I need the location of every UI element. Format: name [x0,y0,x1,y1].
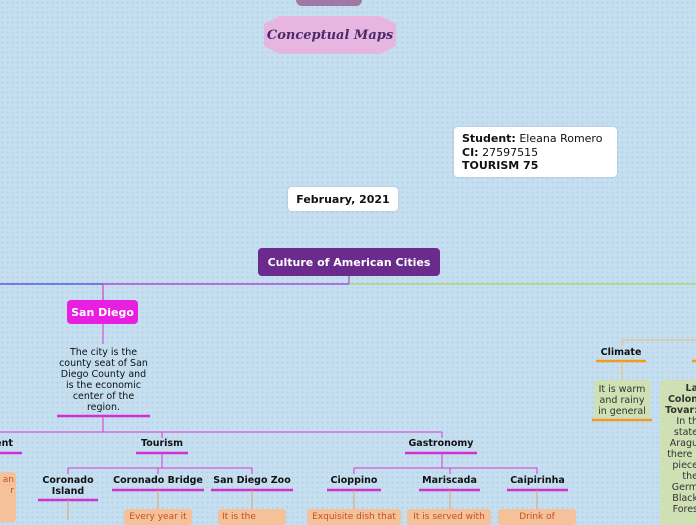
colonia-text-line4: there i [667,449,696,460]
san-diego-node[interactable]: San Diego [67,300,138,324]
ci-label: CI: [462,145,479,159]
note-mariscada-text: It is served with [413,512,485,522]
caipirinha-label: Caipirinha [510,475,565,486]
climate-label: Climate [600,347,642,358]
colonia-tovar-note[interactable]: La Colon Tovar: In th state Aragu there … [660,380,696,525]
course-line: TOURISM 75 [462,159,609,173]
title-banner-top-decoration [296,0,362,6]
colonia-text-line6: the [682,471,696,482]
ci-line: CI: 27597515 [462,146,609,160]
branch-ent-partial[interactable]: ent [0,438,18,449]
tourism-item-coronado-bridge[interactable]: Coronado Bridge [112,475,204,486]
colonia-text-line8: Black [672,493,696,504]
colonia-text-line7: Germ [671,482,696,493]
colonia-title-line3: Tovar: [665,405,696,416]
gastronomy-item-cioppino[interactable]: Cioppino [327,475,381,486]
colonia-text-line3: Aragu [669,438,696,449]
san-diego-description[interactable]: The city is the county seat of San Diego… [57,347,150,413]
coronado-island-label: Coronado Island [42,475,94,497]
date-text: February, 2021 [296,192,390,206]
san-diego-zoo-label: San Diego Zoo [213,475,291,486]
note-coronado-bridge[interactable]: Every year it [124,509,192,525]
colonia-text-line1: In th [676,416,696,427]
climate-note[interactable]: It is warm and rainy in general [594,380,650,418]
colonia-title-line1: La [685,383,696,394]
coronado-bridge-label: Coronado Bridge [113,475,203,486]
note-coronado-bridge-text: Every year it [129,512,187,522]
note-mariscada[interactable]: It is served with [407,509,491,525]
ci-value: 27597515 [482,145,539,159]
tourism-item-san-diego-zoo[interactable]: San Diego Zoo [211,475,293,486]
gastronomy-item-caipirinha[interactable]: Caipirinha [507,475,568,486]
left-partial-note-line2: r [10,486,14,496]
student-info-box[interactable]: Student: Eleana Romero CI: 27597515 TOUR… [454,127,617,177]
map-title[interactable]: Conceptual Maps [264,16,396,54]
branch-tourism-label: Tourism [140,438,183,449]
note-cioppino-text: Exquisite dish that [312,512,396,522]
san-diego-label: San Diego [71,305,134,319]
left-partial-note-line1: an [2,475,14,485]
note-caipirinha[interactable]: Drink of [498,509,576,525]
central-topic[interactable]: Culture of American Cities [258,248,440,276]
course-label: TOURISM 75 [462,159,539,172]
colonia-title-line2: Colon [667,394,696,405]
gastronomy-item-mariscada[interactable]: Mariscada [419,475,480,486]
branch-tourism[interactable]: Tourism [136,438,188,449]
map-title-text: Conceptual Maps [266,27,394,43]
climate-topic[interactable]: Climate [596,347,646,358]
colonia-text-line9: Fores [672,504,696,515]
left-partial-note[interactable]: an r [0,472,16,522]
central-topic-text: Culture of American Cities [267,255,431,269]
note-san-diego-zoo[interactable]: It is the [218,509,286,525]
tourism-item-coronado-island[interactable]: Coronado Island [38,475,98,497]
branch-gastronomy-label: Gastronomy [408,438,474,449]
branch-ent-label: ent [0,438,13,449]
climate-note-text: It is warm and rainy in general [598,384,646,417]
colonia-text-line5: piece [672,460,696,471]
mariscada-label: Mariscada [422,475,477,486]
note-caipirinha-text: Drink of [519,512,555,522]
note-cioppino[interactable]: Exquisite dish that [307,509,401,525]
date-box[interactable]: February, 2021 [288,187,398,211]
colonia-text-line2: state [673,427,696,438]
branch-gastronomy[interactable]: Gastronomy [405,438,477,449]
note-san-diego-zoo-text: It is the [222,512,256,522]
student-label: Student: [462,132,516,145]
student-name: Eleana Romero [519,132,603,145]
student-line: Student: Eleana Romero [462,132,609,146]
san-diego-description-text: The city is the county seat of San Diego… [59,347,148,413]
cioppino-label: Cioppino [330,475,378,486]
